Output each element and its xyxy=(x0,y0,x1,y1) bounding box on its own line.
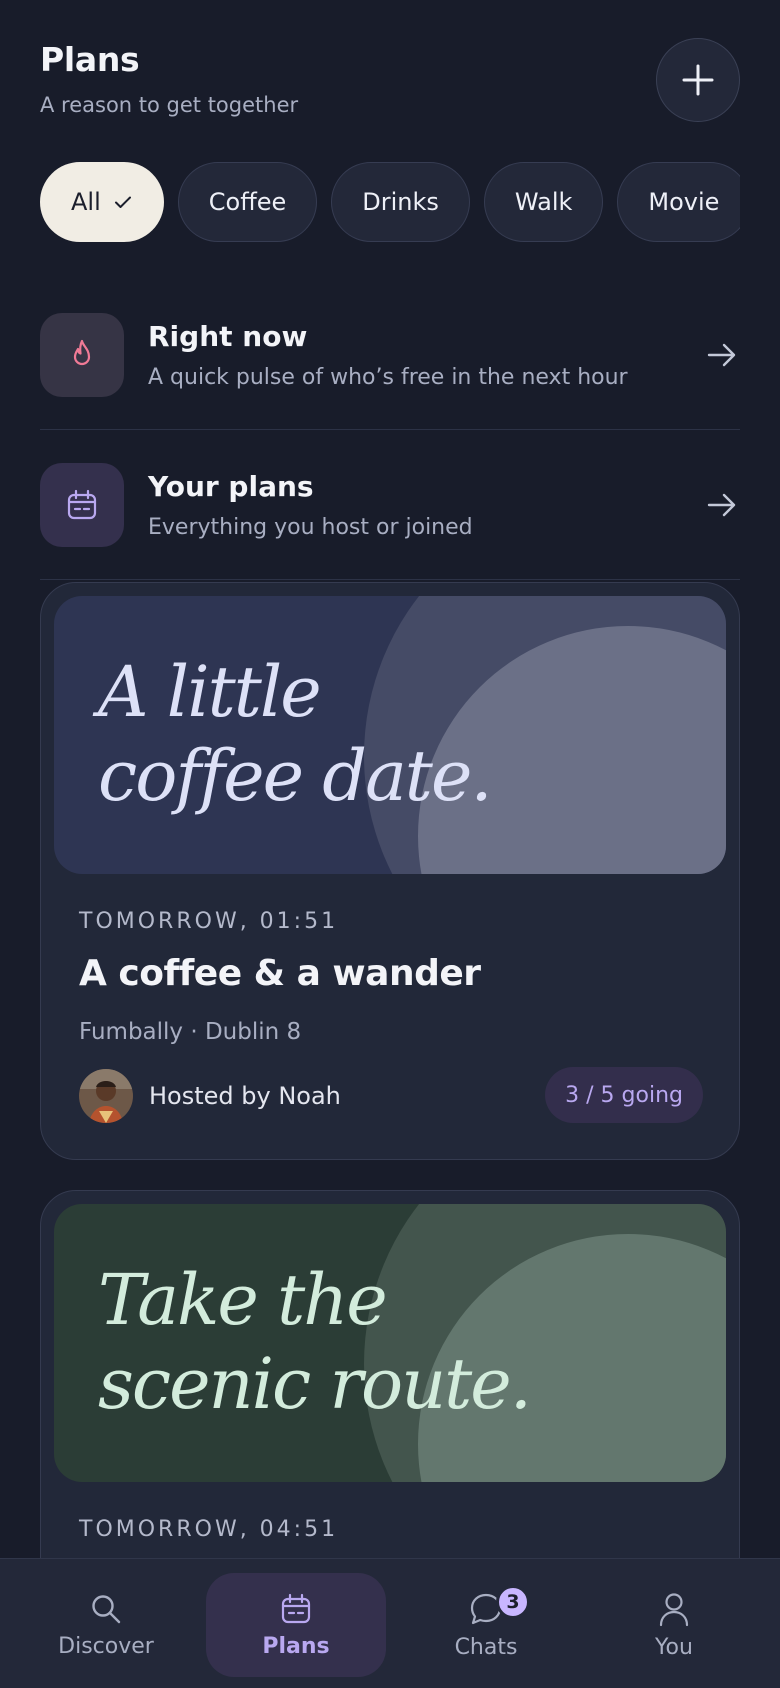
plan-time: TOMORROW, 01:51 xyxy=(79,909,339,934)
plan-time: TOMORROW, 04:51 xyxy=(79,1517,339,1542)
plan-title: A coffee & a wander xyxy=(79,953,481,994)
page-header: Plans A reason to get together xyxy=(40,40,298,117)
row-title: Right now xyxy=(148,319,308,353)
row-subtitle: Everything you host or joined xyxy=(148,514,473,540)
calendar-icon xyxy=(67,489,97,519)
chip-label: Drinks xyxy=(362,188,439,216)
person-icon xyxy=(659,1592,689,1626)
tab-discover[interactable]: Discover xyxy=(16,1573,196,1677)
your-plans-row[interactable]: Your plans Everything you host or joined xyxy=(40,430,740,580)
plus-icon xyxy=(682,64,714,96)
chip-all[interactable]: All xyxy=(40,162,164,242)
chip-label: Movie xyxy=(648,188,720,216)
tab-chats[interactable]: Chats 3 xyxy=(396,1573,576,1677)
plan-banner: Take the scenic route. xyxy=(54,1204,726,1482)
plan-card[interactable]: A little coffee date. TOMORROW, 01:51 A … xyxy=(40,582,740,1160)
host-name: Hosted by Noah xyxy=(149,1082,341,1110)
going-count-badge: 3 / 5 going xyxy=(545,1067,703,1123)
plan-tagline: A little coffee date. xyxy=(98,651,493,817)
arrow-right-icon xyxy=(707,493,736,516)
arrow-right-icon xyxy=(707,343,736,366)
chip-label: Walk xyxy=(514,188,573,216)
calendar-icon xyxy=(281,1593,311,1623)
avatar xyxy=(79,1069,133,1123)
add-plan-button[interactable] xyxy=(656,38,740,122)
check-icon xyxy=(114,196,131,208)
tab-label: Plans xyxy=(262,1633,330,1659)
plan-host: Hosted by Noah xyxy=(79,1069,341,1123)
plan-tagline: Take the scenic route. xyxy=(98,1259,532,1425)
right-now-icon-box xyxy=(40,312,124,397)
tab-label: Chats xyxy=(454,1634,518,1660)
row-title: Your plans xyxy=(148,469,314,503)
chip-walk[interactable]: Walk xyxy=(483,162,604,242)
page-title: Plans xyxy=(40,40,140,79)
plan-location: Fumbally · Dublin 8 xyxy=(79,1019,302,1045)
unread-badge: 3 xyxy=(496,1585,530,1619)
plan-banner: A little coffee date. xyxy=(54,596,726,874)
tab-plans[interactable]: Plans xyxy=(206,1573,386,1677)
plan-card[interactable]: Take the scenic route. TOMORROW, 04:51 xyxy=(40,1190,740,1610)
filter-chips: All Coffee Drinks Walk Movie xyxy=(40,162,740,244)
chip-movie[interactable]: Movie xyxy=(617,162,740,242)
bottom-tab-bar: Discover Plans Chats 3 You xyxy=(0,1558,780,1688)
row-subtitle: A quick pulse of who’s free in the next … xyxy=(148,364,628,390)
flame-icon xyxy=(73,339,91,365)
tab-label: Discover xyxy=(58,1633,154,1659)
chip-drinks[interactable]: Drinks xyxy=(331,162,470,242)
tab-you[interactable]: You xyxy=(584,1573,764,1677)
chip-label: Coffee xyxy=(208,188,287,216)
search-icon xyxy=(92,1594,121,1623)
your-plans-icon-box xyxy=(40,462,124,547)
tab-label: You xyxy=(655,1634,693,1660)
chip-coffee[interactable]: Coffee xyxy=(177,162,318,242)
chip-label: All xyxy=(71,188,101,216)
page-subtitle: A reason to get together xyxy=(40,93,299,117)
right-now-row[interactable]: Right now A quick pulse of who’s free in… xyxy=(40,280,740,430)
